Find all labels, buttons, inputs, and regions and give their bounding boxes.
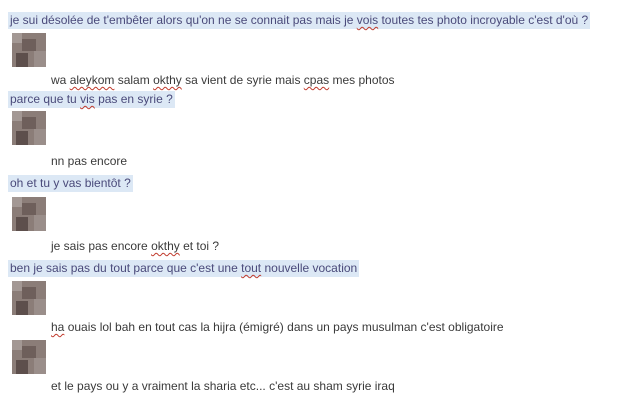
message-text: parce que tu [10,92,81,106]
spellcheck-word[interactable]: aleykom [70,73,115,87]
message-text: oh et tu y vas bientôt ? [10,176,131,190]
spellcheck-word[interactable]: vois [357,13,378,27]
spellcheck-word[interactable]: vis [80,92,95,106]
message-text: sa vient de syrie mais [181,73,304,87]
received-message: et le pays ou y a vraiment la sharia etc… [51,378,395,395]
message-text: wa [51,73,70,87]
spellcheck-word[interactable]: cpas [304,73,329,87]
message-text: pas en syrie ? [94,92,173,106]
message-text: salam [114,73,154,87]
message-text: je sais pas encore [51,239,152,253]
message-text: toutes tes photo incroyable c'est d'où ? [378,13,589,27]
received-message: wa aleykom salam okthy sa vient de syrie… [51,72,395,89]
received-message: je sais pas encore okthy et toi ? [51,238,219,255]
received-message: nn pas encore [51,153,127,170]
blurred-avatar-icon [12,33,46,67]
message-text: ouais lol bah en tout cas la hijra (émig… [64,320,504,334]
spellcheck-word[interactable]: okthy [151,239,180,253]
sent-message: ben je sais pas du tout parce que c'est … [8,260,360,277]
message-text: et le pays ou y a vraiment la sharia etc… [51,379,395,393]
message-text: nouvelle vocation [261,261,358,275]
blurred-avatar-icon [12,340,46,374]
received-message: ha ouais lol bah en tout cas la hijra (é… [51,319,504,336]
message-text: mes photos [329,73,395,87]
spellcheck-word[interactable]: tout [241,261,261,275]
spellcheck-word[interactable]: okthy [153,73,182,87]
blurred-avatar-icon [12,197,46,231]
sent-message: oh et tu y vas bientôt ? [8,175,133,192]
sent-message: parce que tu vis pas en syrie ? [8,91,175,108]
sent-message: je sui désolée de t'embêter alors qu'on … [8,12,591,29]
blurred-avatar-icon [12,111,46,145]
message-text: et toi ? [179,239,220,253]
spellcheck-word[interactable]: ha [51,320,64,334]
message-text: ben je sais pas du tout parce que c'est … [10,261,242,275]
blurred-avatar-icon [12,281,46,315]
chat-conversation: je sui désolée de t'embêter alors qu'on … [0,0,620,414]
message-text: nn pas encore [51,154,128,168]
message-text: je sui désolée de t'embêter alors qu'on … [10,13,357,27]
